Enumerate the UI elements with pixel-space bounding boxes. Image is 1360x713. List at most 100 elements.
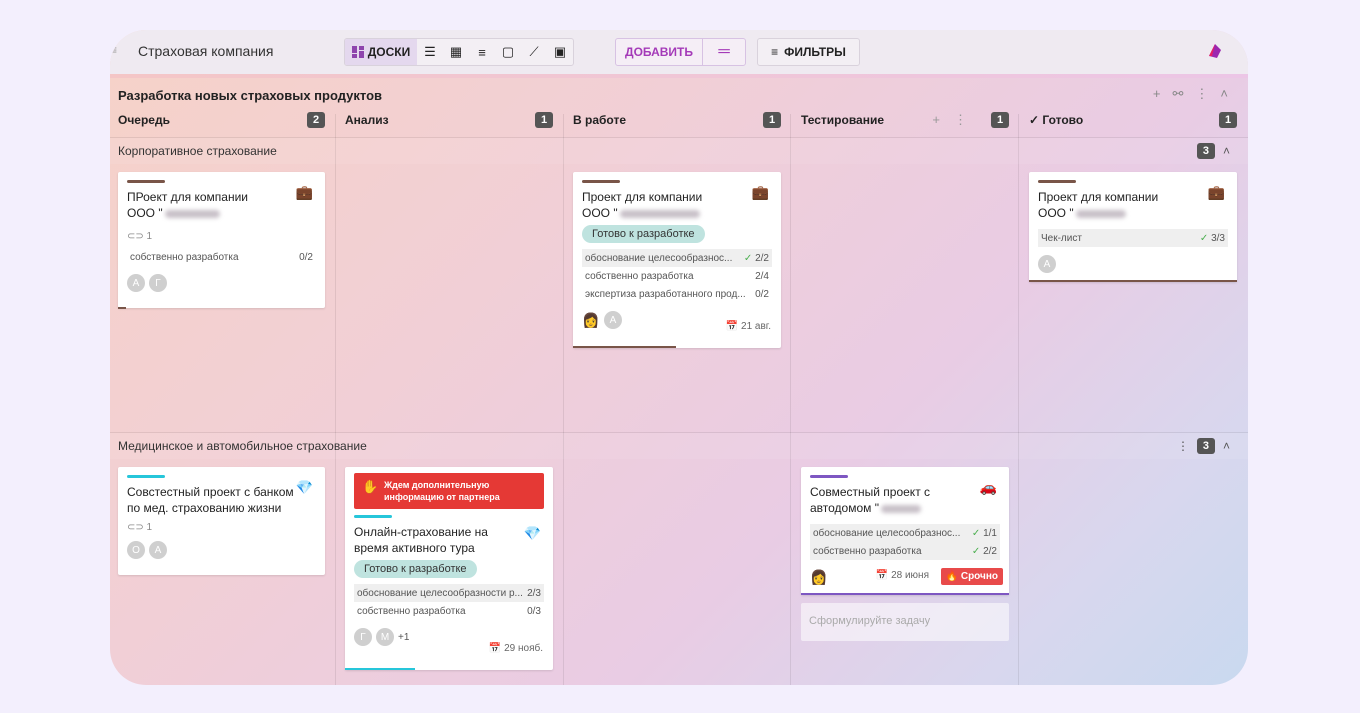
more-icon[interactable]: ⋮ <box>1195 86 1208 102</box>
column-testing: Тестирование +⋮ 1 <box>801 110 1009 130</box>
view-chart-button[interactable]: ⟋ <box>521 39 547 65</box>
user-avatar-icon[interactable]: 👩 <box>582 311 600 329</box>
collapse-icon[interactable]: ˄ <box>1223 439 1230 453</box>
column-name: Анализ <box>345 113 389 127</box>
view-list-button[interactable]: ☰ <box>417 39 443 65</box>
checklist-row[interactable]: собственно разработка 0/3 <box>354 602 544 620</box>
card-title: Совстестный проект с банком по мед. стра… <box>127 485 294 515</box>
add-icon[interactable]: + <box>1153 86 1161 102</box>
car-icon: 🚗 <box>979 479 997 495</box>
avatar[interactable]: Г <box>149 274 167 292</box>
view-boards-button[interactable]: ДОСКИ <box>345 39 417 65</box>
view-boards-label: ДОСКИ <box>367 45 411 59</box>
user-avatar-icon[interactable]: 👩 <box>810 568 828 586</box>
checklist-row[interactable]: собственно разработка 2/4 <box>582 267 772 285</box>
checklist-row[interactable]: обоснование целесообразнос... ✓ 1/1 <box>810 524 1000 542</box>
add-more-button[interactable]: ═ <box>703 39 745 65</box>
column-divider <box>335 114 336 685</box>
briefcase-icon: 💼 <box>295 184 313 200</box>
more-assignees[interactable]: +1 <box>398 632 409 643</box>
blurred-name <box>619 209 700 218</box>
card-title: Проект для компании ООО " <box>1038 190 1159 220</box>
card-color-bar <box>354 515 392 518</box>
card-title: ПРоект для компании ООО " <box>127 190 249 220</box>
column-count-badge: 1 <box>991 112 1009 128</box>
task-card[interactable]: Совстестный проект с банком по мед. стра… <box>118 467 325 575</box>
column-divider <box>790 114 791 685</box>
avatar[interactable]: А <box>127 274 145 292</box>
app-title: Страховая компания <box>138 43 274 59</box>
collapse-icon[interactable]: ˄ <box>1220 86 1228 102</box>
column-analysis: Анализ 1 <box>345 110 553 130</box>
check-icon: ✓ <box>971 545 984 557</box>
avatar[interactable]: О <box>127 541 145 559</box>
top-bar: ≡ Страховая компания ДОСКИ ☰ ▦ ≡ ▢ ⟋ ▣ Д… <box>110 30 1248 78</box>
status-tag: Готово к разработке <box>582 225 705 243</box>
avatar[interactable]: А <box>1038 255 1056 273</box>
column-name: В работе <box>573 113 626 127</box>
board-title: Разработка новых страховых продуктов <box>118 88 382 103</box>
task-card[interactable]: Проект для компании ООО " 💼 Чек-лист ✓ 3… <box>1029 172 1237 282</box>
swimlane-count-badge: 3 <box>1196 438 1215 454</box>
column-count-badge: 1 <box>535 112 553 128</box>
avatar[interactable]: А <box>149 541 167 559</box>
column-divider <box>563 114 564 685</box>
menu-icon[interactable]: ≡ <box>110 43 122 57</box>
briefcase-icon: 💼 <box>751 184 769 200</box>
attachments: ⊂⊃ 1 <box>127 231 153 242</box>
task-card[interactable]: Проект для компании ООО " 💼 Готово к раз… <box>573 172 781 348</box>
view-table-button[interactable]: ▦ <box>443 39 469 65</box>
filters-label: ФИЛЬТРЫ <box>784 45 846 59</box>
card-title: Проект для компании ООО " <box>582 190 703 220</box>
card-assignees: А <box>1038 255 1228 273</box>
add-button[interactable]: ДОБАВИТЬ <box>616 39 703 65</box>
view-gantt-button[interactable]: ≡ <box>469 39 495 65</box>
avatar[interactable]: Г <box>354 628 372 646</box>
new-task-input[interactable]: Сформулируйте задачу <box>801 603 1009 641</box>
card-assignees: О А <box>127 541 316 559</box>
boards-icon <box>351 46 364 58</box>
checklist-row[interactable]: Чек-лист ✓ 3/3 <box>1038 229 1228 247</box>
filters-button[interactable]: ≡ ФИЛЬТРЫ <box>757 38 860 66</box>
avatar[interactable]: А <box>604 311 622 329</box>
card-color-bar <box>1038 180 1076 183</box>
top-bar-divider <box>110 74 1248 78</box>
attachments: ⊂⊃ 1 <box>127 522 153 533</box>
due-date: 📅 21 авг. <box>725 321 771 332</box>
link-icon[interactable]: ⚯ <box>1173 86 1184 102</box>
check-icon: ✓ <box>971 527 984 539</box>
view-calendar-button[interactable]: ▢ <box>495 39 521 65</box>
swimlane-medical-auto[interactable]: Медицинское и автомобильное страхование … <box>110 433 1248 459</box>
avatar[interactable]: М <box>376 628 394 646</box>
view-switcher: ДОСКИ ☰ ▦ ≡ ▢ ⟋ ▣ <box>344 38 574 66</box>
check-icon: ✓ <box>1199 232 1212 244</box>
column-count-badge: 1 <box>1219 112 1237 128</box>
collapse-icon[interactable]: ˄ <box>1223 144 1230 158</box>
task-card[interactable]: ✋ Ждем дополнительную информацию от парт… <box>345 467 553 670</box>
view-archive-button[interactable]: ▣ <box>547 39 573 65</box>
card-progress <box>345 668 415 670</box>
task-card[interactable]: Совместный проект с автодомом " 🚗 обосно… <box>801 467 1009 595</box>
checklist-row[interactable]: обоснование целесообразнос... ✓ 2/2 <box>582 249 772 267</box>
column-name: Тестирование <box>801 113 885 127</box>
checklist-row[interactable]: собственно разработка 0/2 <box>127 248 316 266</box>
card-title: Онлайн-страхование на время активного ту… <box>354 525 488 555</box>
checklist-row[interactable]: экспертиза разработанного прод... 0/2 <box>582 285 772 303</box>
card-progress <box>1029 280 1237 282</box>
checklist-row[interactable]: обоснование целесообразности р... 2/3 <box>354 584 544 602</box>
urgent-badge: 🔥 Срочно <box>940 568 1003 585</box>
swimlane-title: Медицинское и автомобильное страхование <box>118 439 367 453</box>
card-progress <box>801 593 1009 595</box>
column-actions[interactable]: +⋮ <box>932 112 981 128</box>
task-card[interactable]: ПРоект для компании ООО " 💼 ⊂⊃ 1 собстве… <box>118 172 325 308</box>
swimlane-corporate[interactable]: Корпоративное страхование 3 ˄ <box>110 138 1248 164</box>
column-name: Очередь <box>118 113 170 127</box>
briefcase-icon: 💼 <box>1207 184 1225 200</box>
blurred-name <box>1075 209 1126 218</box>
logo-icon[interactable] <box>1206 42 1224 60</box>
hand-icon: ✋ <box>362 479 379 494</box>
card-progress <box>573 346 676 348</box>
card-title: Совместный проект с автодомом " <box>810 485 931 515</box>
more-icon[interactable]: ⋮ <box>1177 439 1189 453</box>
checklist-row[interactable]: собственно разработка ✓ 2/2 <box>810 542 1000 560</box>
